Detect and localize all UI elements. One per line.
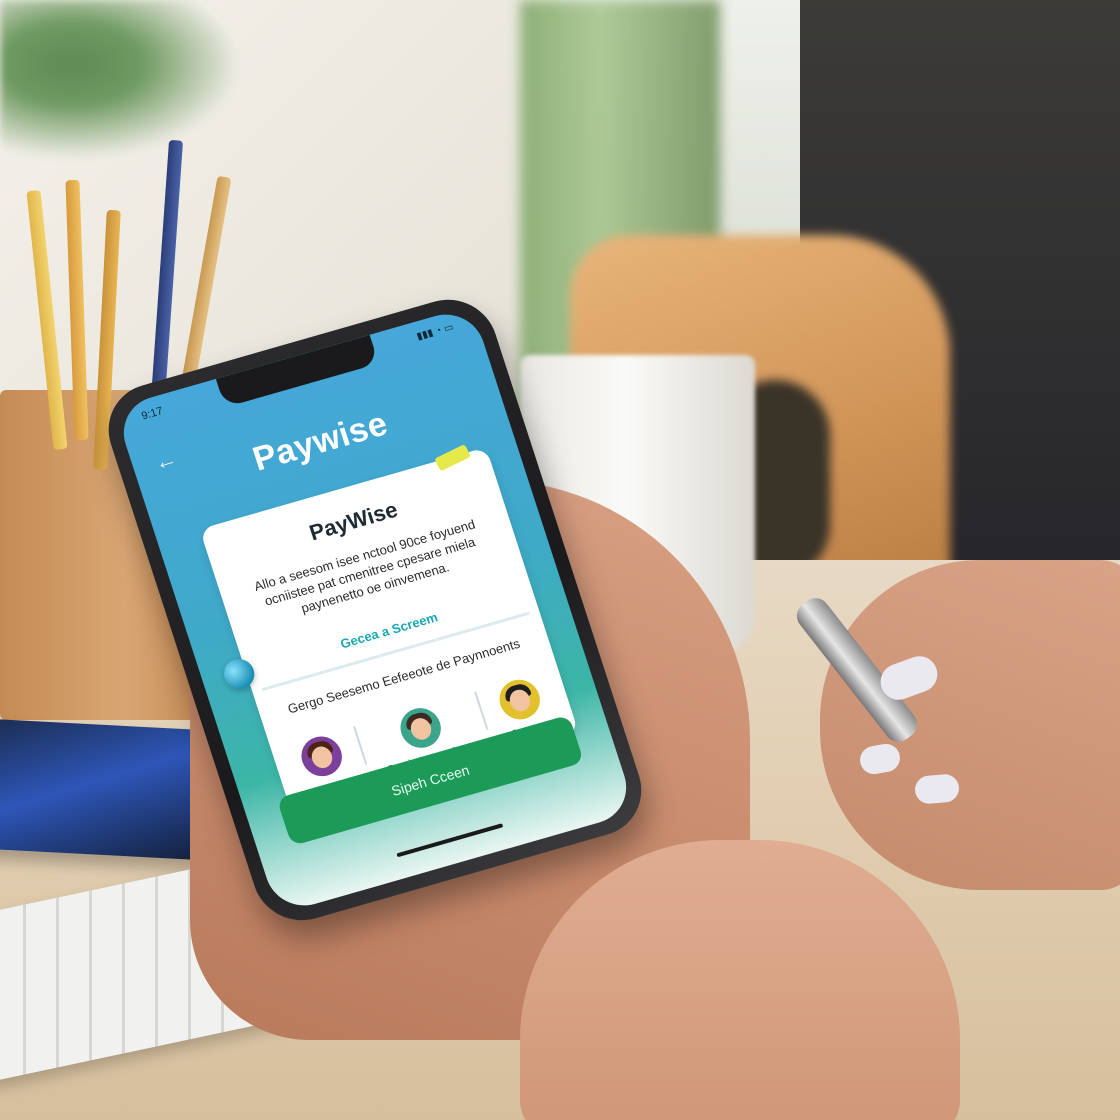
photo-scene: 9:17 ▮▮▮ ◔ ▭ ← Paywise PayWise Allo a se… xyxy=(0,0,1120,1120)
avatar xyxy=(494,674,546,725)
background-plant xyxy=(0,0,240,160)
right-hand xyxy=(820,560,1120,890)
status-time: 9:17 xyxy=(140,405,165,423)
status-icons: ▮▮▮ ◔ ▭ xyxy=(415,321,455,343)
avatar-item[interactable] xyxy=(295,731,349,787)
home-indicator xyxy=(396,823,504,858)
card-accent-tag xyxy=(434,444,472,472)
avatar-separator xyxy=(474,691,489,730)
avatar-separator xyxy=(352,726,367,765)
avatar xyxy=(295,731,347,782)
avatar xyxy=(395,703,447,753)
